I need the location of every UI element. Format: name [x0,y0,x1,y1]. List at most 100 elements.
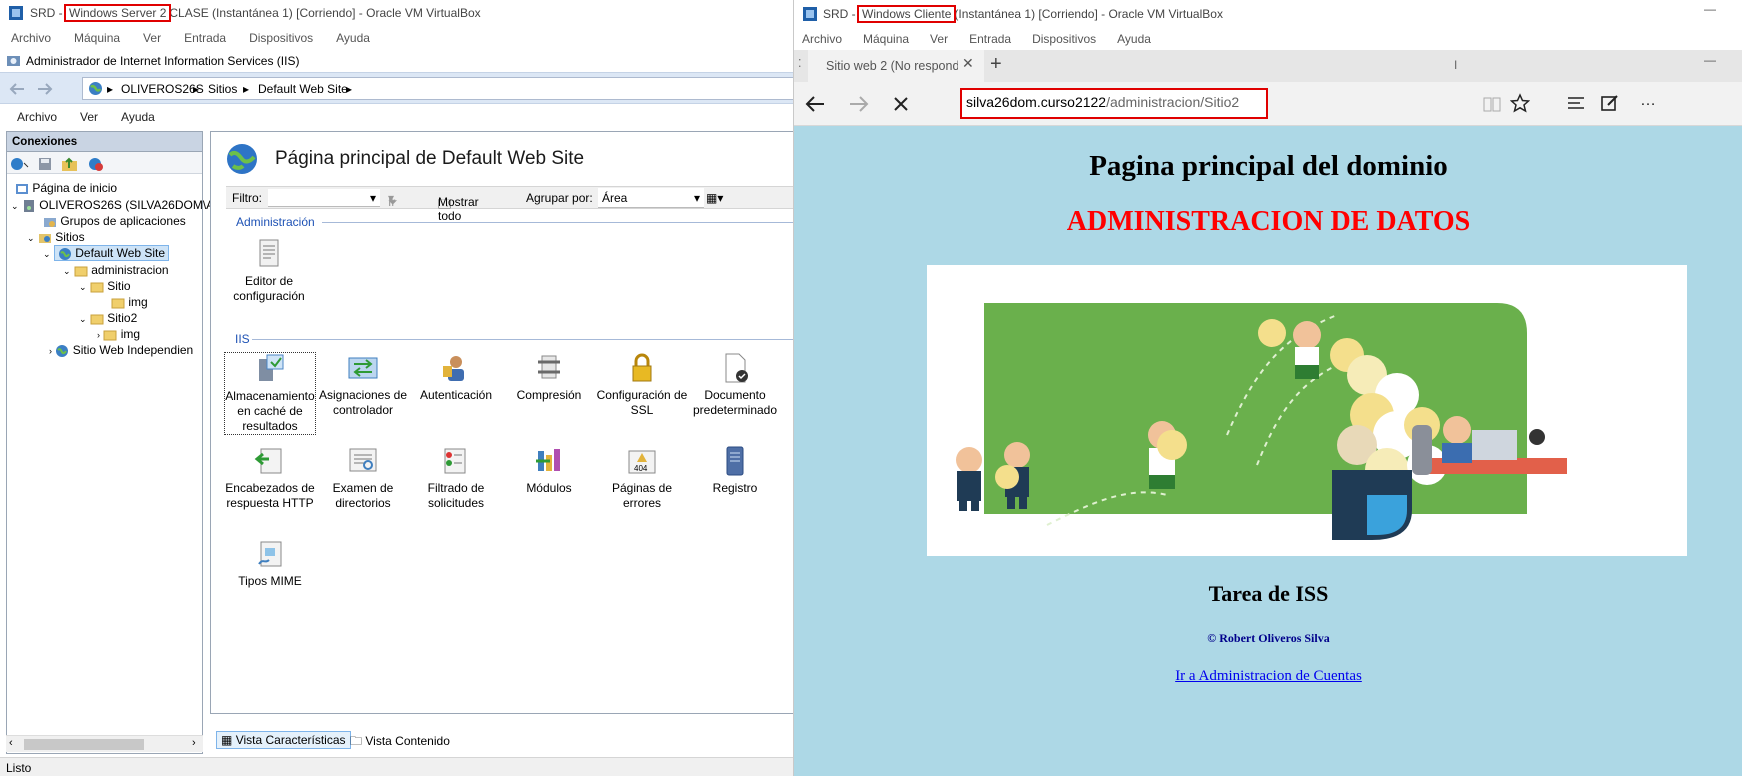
browser-tab[interactable]: Sitio web 2 (No responde) ✕ [808,50,984,82]
expand-arrow-icon[interactable]: ⌄ [11,201,19,211]
feature-modules[interactable]: Módulos [503,445,595,496]
nav-buttons [6,80,60,98]
feature-logging[interactable]: Registro [689,445,781,496]
expand-arrow-icon[interactable]: ⌄ [43,249,51,259]
tree-label: Página de inicio [32,181,118,195]
disconnect-icon[interactable] [87,156,105,172]
go-label: Ir [388,195,396,209]
tree-item-start-page[interactable]: Página de inicio [15,180,117,197]
group-by-select[interactable]: Área [598,188,704,208]
feature-request-filtering[interactable]: Filtrado de solicitudes [410,445,502,511]
breadcrumb-sites[interactable]: Sitios [208,82,237,96]
reading-view-icon[interactable] [1482,95,1502,113]
vm-menu-archivo[interactable]: Archivo [11,28,51,48]
dropdown-arrow-icon[interactable]: ▾ [370,191,376,205]
vm-menu-ayuda[interactable]: Ayuda [1117,29,1151,49]
feature-output-caching[interactable]: Almacenamiento en caché de resultados [224,352,316,435]
collapse-arrow-icon[interactable]: › [49,346,52,356]
more-icon[interactable]: … [1640,92,1656,110]
expand-arrow-icon[interactable]: ⌄ [79,282,87,292]
feature-ssl-settings[interactable]: Configuración de SSL [596,352,688,418]
expand-arrow-icon[interactable]: ⌄ [27,233,35,243]
connections-header: Conexiones [7,132,202,152]
forward-arrow-icon[interactable] [848,94,870,114]
vm-title-bar[interactable]: SRD - Windows Cliente (Instantánea 1) [Co… [794,0,1742,26]
feature-http-response-headers[interactable]: Encabezados de respuesta HTTP [224,445,316,511]
connections-hscrollbar[interactable]: ‹ › [6,735,203,752]
collapse-arrow-icon[interactable]: › [97,330,100,340]
globe-icon [56,344,69,357]
dropdown-arrow-icon[interactable]: ▾ [694,191,700,205]
view-options-icon[interactable]: ▦▾ [706,191,723,205]
tab-list-icon[interactable]: ⁚ [798,57,802,70]
back-arrow-icon[interactable] [6,80,28,98]
feature-directory-browsing[interactable]: Examen de directorios [317,445,409,511]
vm-menu-maquina[interactable]: Máquina [74,28,120,48]
expand-arrow-icon[interactable]: ⌄ [79,314,87,324]
vm-menu-dispositivos[interactable]: Dispositivos [1032,29,1096,49]
tab-features-view[interactable]: ▦ Vista Características [216,731,351,749]
scroll-thumb[interactable] [24,739,144,750]
new-tab-icon[interactable]: + [990,53,1002,76]
vm-menu-ver[interactable]: Ver [143,28,161,48]
iis-title-bar[interactable]: Administrador de Internet Information Se… [0,50,793,72]
vm-menu-entrada[interactable]: Entrada [184,28,226,48]
address-input[interactable]: silva26dom.curso2122/administracion/Siti… [960,88,1268,119]
browser-minimize-icon[interactable]: — [1704,53,1716,67]
vm-title-bar[interactable]: SRD - Windows Server 2 CLASE (Instantánea… [0,0,793,26]
tab-content-view[interactable]: 🗀 Vista Contenido [350,732,450,753]
sites-folder-icon [38,233,51,243]
iis-menu-ver[interactable]: Ver [80,106,98,128]
feature-label: Páginas de errores [611,481,673,510]
vm-menu-dispositivos[interactable]: Dispositivos [249,28,313,48]
hub-menu-icon[interactable] [1566,95,1586,111]
tree-item-default-web-site[interactable]: ⌄ Default Web Site [43,245,170,262]
feature-config-editor[interactable]: Editor de configuración [223,238,315,304]
feature-authentication[interactable]: Autenticación [410,352,502,403]
tree-item-app-pools[interactable]: Grupos de aplicaciones [43,213,186,230]
tree-item-server[interactable]: ⌄ OLIVEROS26S (SILVA26DOM\A [11,197,214,214]
up-folder-icon[interactable] [61,156,79,172]
breadcrumb-server[interactable]: OLIVEROS26S [121,82,204,96]
accounts-admin-link[interactable]: Ir a Administracion de Cuentas [794,668,1742,685]
breadcrumb[interactable]: ▸ OLIVEROS26S ▸ Sitios ▸ Default Web Sit… [82,77,802,100]
vm-menu-entrada[interactable]: Entrada [969,29,1011,49]
scroll-left-icon[interactable]: ‹ [9,737,13,749]
close-tab-icon[interactable]: ✕ [962,55,974,72]
feature-handler-mappings[interactable]: Asignaciones de controlador [317,352,409,418]
vm-menu-ayuda[interactable]: Ayuda [336,28,370,48]
favorite-star-icon[interactable] [1510,93,1530,113]
save-icon[interactable] [37,156,53,172]
tree-item-sitio[interactable]: ⌄ Sitio [79,278,131,295]
iis-menu-archivo[interactable]: Archivo [17,106,57,128]
breadcrumb-sep-icon: ▸ [346,82,353,96]
back-arrow-icon[interactable] [804,94,826,114]
tree-item-img-2[interactable]: › img [97,326,140,343]
tree-item-administracion[interactable]: ⌄ administracion [63,262,169,279]
tree-item-img[interactable]: img [111,294,148,311]
vm-menu-maquina[interactable]: Máquina [863,29,909,49]
scroll-right-icon[interactable]: › [192,737,196,749]
web-note-icon[interactable] [1600,93,1620,113]
feature-error-pages[interactable]: 404 Páginas de errores [596,445,688,511]
feature-mime-types[interactable]: Tipos MIME [224,538,316,589]
iis-manager-icon [7,56,20,66]
forward-arrow-icon[interactable] [34,80,56,98]
expand-arrow-icon[interactable]: ⌄ [63,266,71,276]
tree-item-sites[interactable]: ⌄ Sitios [27,229,85,246]
tree-item-sitio2[interactable]: ⌄ Sitio2 [79,310,137,327]
tree-label: img [128,295,148,309]
feature-compression[interactable]: Compresión [503,352,595,403]
filter-input[interactable] [268,189,380,207]
vm-menu-ver[interactable]: Ver [930,29,948,49]
breadcrumb-site[interactable]: Default Web Site [258,82,348,96]
tree-item-independent-site[interactable]: › Sitio Web Independien [49,342,193,359]
feature-default-document[interactable]: Documento predeterminado [689,352,781,418]
stop-icon[interactable] [892,95,910,113]
feature-label: Documento predeterminado [692,388,778,417]
connect-icon[interactable] [10,156,32,172]
iis-menu-ayuda[interactable]: Ayuda [121,106,155,128]
vm-menu-archivo[interactable]: Archivo [802,29,842,49]
minimize-icon[interactable]: — [1704,2,1716,16]
go-button[interactable]: ⏷ Ir ▾ [388,191,398,209]
